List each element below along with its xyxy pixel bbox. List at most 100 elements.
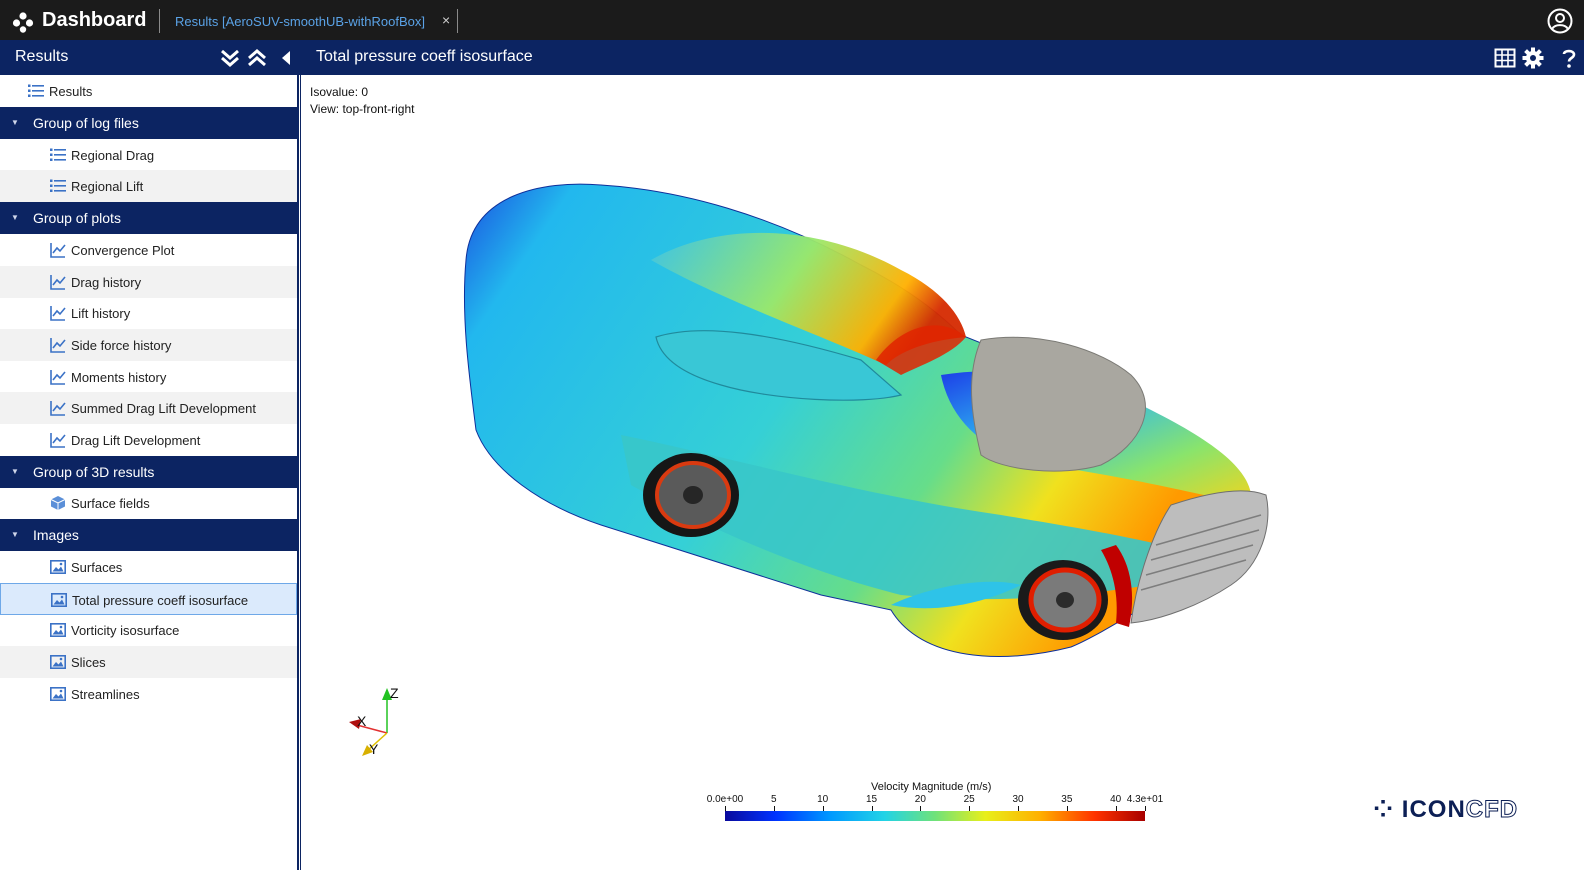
tree-item-label: Streamlines xyxy=(71,686,140,702)
help-icon[interactable] xyxy=(1558,47,1580,69)
dashboard-logo-icon[interactable] xyxy=(12,11,34,33)
tree-item[interactable]: Drag Lift Development xyxy=(0,424,297,456)
tree-item[interactable]: Streamlines xyxy=(0,678,297,710)
tree-item[interactable]: Drag history xyxy=(0,265,297,298)
separator xyxy=(457,9,458,33)
view-label: View: top-front-right xyxy=(310,102,415,116)
legend-tick-label: 0.0e+00 xyxy=(706,794,744,805)
tree-group[interactable]: ▼ Images xyxy=(0,519,297,552)
tree-item[interactable]: Surfaces xyxy=(0,551,297,583)
image-icon xyxy=(51,592,67,607)
results-sidebar: Results ▼ Group of log files Regional Drag… xyxy=(0,75,299,870)
brand-part2: CFD xyxy=(1465,796,1519,824)
tree-item-label: Surfaces xyxy=(71,559,123,575)
legend-tick-label: 30 xyxy=(1012,794,1024,805)
tree-item-label: Regional Drag xyxy=(71,147,155,163)
tree-item-label: Lift history xyxy=(71,306,131,322)
chart-line-icon xyxy=(50,274,66,290)
pressure-isosurface-render xyxy=(349,183,1269,756)
list-icon xyxy=(50,148,66,161)
collapse-panel-icon[interactable] xyxy=(276,47,298,69)
chart-line-icon xyxy=(50,369,66,385)
separator xyxy=(159,9,160,33)
tree-item-label: Side force history xyxy=(71,337,172,353)
chart-line-icon xyxy=(50,306,66,321)
image-icon xyxy=(50,623,66,638)
tree-group[interactable]: ▼ Group of log files xyxy=(0,107,297,139)
tree-root-results[interactable]: Results xyxy=(0,75,297,107)
tree-group-label: Group of plots xyxy=(33,210,121,227)
tree-item-label: Slices xyxy=(71,654,106,670)
tree-item[interactable]: Vorticity isosurface xyxy=(0,614,297,646)
expand-triangle-icon[interactable]: ▼ xyxy=(11,467,19,476)
tree-group[interactable]: ▼ Group of 3D results xyxy=(0,455,297,488)
collapse-all-icon[interactable] xyxy=(246,47,268,69)
image-icon xyxy=(50,654,66,669)
tree-item[interactable]: Lift history xyxy=(0,297,297,329)
chart-line-icon xyxy=(50,242,66,258)
brand-logo-icon: ⁘ xyxy=(1373,796,1395,823)
legend-tick-label: 15 xyxy=(865,794,878,805)
tree-item[interactable]: Convergence Plot xyxy=(0,234,297,266)
legend-tick-label: 20 xyxy=(914,794,926,805)
top-bar: Dashboard Results [AeroSUV-smoothUB-with… xyxy=(0,0,1584,40)
legend-tick-mark xyxy=(1145,806,1146,811)
tree-item-label: Moments history xyxy=(71,369,167,385)
tree-group-label: Group of log files xyxy=(33,115,139,131)
results-tab[interactable]: Results [AeroSUV-smoothUB-withRoofBox] xyxy=(175,14,425,29)
legend-tick-label: 10 xyxy=(817,794,829,805)
image-icon xyxy=(50,686,66,701)
table-icon[interactable] xyxy=(1494,47,1516,69)
expand-all-icon[interactable] xyxy=(219,47,241,69)
tree-item[interactable]: Slices xyxy=(0,645,297,678)
header-bar: Results Total pressure coeff isosurface xyxy=(0,40,1584,75)
cube-icon xyxy=(50,496,66,511)
icon-cfd-logo: ⁘ ICONCFD xyxy=(1373,795,1518,824)
tree-item-label: Total pressure coeff isosurface xyxy=(72,592,249,608)
tree-root-label: Results xyxy=(49,84,93,99)
tree-item[interactable]: Summed Drag Lift Development xyxy=(0,392,297,425)
tree-item-label: Vorticity isosurface xyxy=(71,623,180,639)
axis-z-label: Z xyxy=(390,685,399,701)
chart-line-icon xyxy=(50,433,66,448)
tab-close-icon[interactable]: × xyxy=(442,12,450,28)
expand-triangle-icon[interactable]: ▼ xyxy=(11,118,19,127)
tree-item[interactable]: Moments history xyxy=(0,361,297,393)
legend-tick-label: 5 xyxy=(771,794,777,805)
tree-item[interactable]: Side force history xyxy=(0,328,297,361)
expand-triangle-icon[interactable]: ▼ xyxy=(11,530,19,539)
tree-item-label: Regional Lift xyxy=(71,179,144,195)
tree-item-label: Surface fields xyxy=(71,496,150,512)
tree-item[interactable]: Regional Lift xyxy=(0,170,297,203)
tree-item-label: Drag history xyxy=(71,274,142,290)
tree-item[interactable]: Surface fields xyxy=(0,487,297,519)
brand-part1: ICON xyxy=(1401,796,1466,823)
image-icon xyxy=(50,559,66,574)
axis-x-label: X xyxy=(357,713,367,729)
chart-line-icon xyxy=(50,337,66,353)
chart-line-icon xyxy=(50,401,66,417)
tree-group[interactable]: ▼ Group of plots xyxy=(0,202,297,235)
expand-triangle-icon[interactable]: ▼ xyxy=(11,213,19,222)
user-account-icon[interactable] xyxy=(1547,8,1573,34)
tree-item[interactable]: Regional Drag xyxy=(0,139,297,171)
image-viewer[interactable]: Isovalue: 0 View: top-front-right Z X Y … xyxy=(300,75,1584,870)
legend-tick-label: 25 xyxy=(963,794,975,805)
panel-title: Results xyxy=(15,48,69,65)
legend-colorbar xyxy=(725,811,1145,821)
content-title: Total pressure coeff isosurface xyxy=(316,48,533,65)
tree-item-label: Summed Drag Lift Development xyxy=(71,401,256,417)
tree-item[interactable]: Total pressure coeff isosurface xyxy=(0,582,297,615)
settings-gear-icon[interactable] xyxy=(1522,47,1544,69)
axis-y-label: Y xyxy=(369,741,379,757)
legend-title: Velocity Magnitude (m/s) xyxy=(871,781,992,793)
legend-tick-label: 35 xyxy=(1061,794,1073,805)
list-icon xyxy=(28,84,44,97)
tree-group-label: Images xyxy=(33,527,79,544)
legend-tick-label: 4.3e+01 xyxy=(1126,794,1164,805)
tree-item-label: Drag Lift Development xyxy=(71,433,201,448)
isovalue-label: Isovalue: 0 xyxy=(310,85,369,99)
app-title[interactable]: Dashboard xyxy=(42,9,146,32)
tree-group-label: Group of 3D results xyxy=(33,463,155,480)
legend-tick-label: 40 xyxy=(1110,794,1122,805)
